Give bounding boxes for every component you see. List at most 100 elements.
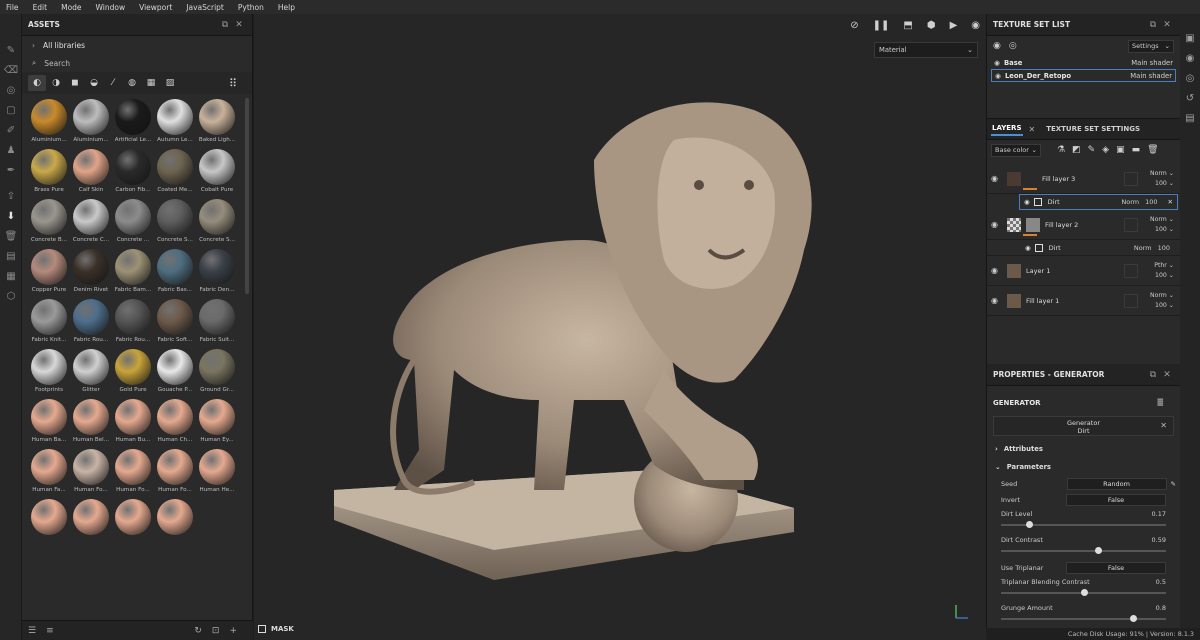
layer-row[interactable]: ◉ Fill layer 3 Norm ⌄ 100 ⌄ [987,164,1180,194]
close-icon[interactable]: ✕ [1160,370,1174,380]
clone-icon[interactable]: ♟ [0,140,22,160]
settings-dropdown[interactable]: Settings ⌄ [1128,39,1174,53]
search-row[interactable]: ⌕ Search [22,54,252,72]
library-selector[interactable]: › All libraries [22,36,252,54]
close-icon[interactable]: ✕ [1029,125,1036,134]
slider-track[interactable] [1001,618,1166,620]
menu-item-help[interactable]: Help [278,3,295,12]
refresh-icon[interactable]: ↻ [194,626,202,636]
filter-masks-icon[interactable]: ◼ [66,75,84,91]
bake-icon[interactable]: ⇪ [0,186,22,206]
cube-icon[interactable]: ⬡ [0,286,22,306]
camera-2d-icon[interactable]: ⬒ [903,20,912,31]
pencil-icon[interactable]: ✎ [1171,480,1176,488]
history-icon[interactable]: ↺ [1180,88,1200,108]
tab-layers[interactable]: LAYERS [991,122,1023,136]
material-thumbnail[interactable]: Brass Pure [28,148,70,198]
eye-icon[interactable]: ◉ [994,59,1000,67]
channel-select[interactable]: Base color ⌄ [991,143,1041,157]
material-thumbnail[interactable]: Human Fo... [70,448,112,498]
material-thumbnail[interactable]: Fabric Rou... [112,298,154,348]
texture-set-shader[interactable]: Main shader [1130,72,1172,80]
material-thumbnail[interactable]: Glitter [70,348,112,398]
search-input[interactable]: Search [44,59,70,68]
material-thumbnail[interactable]: Gouache P... [154,348,196,398]
add-fill-layer-icon[interactable]: ◈ [1102,145,1109,155]
grunge-amount-slider[interactable]: Grunge Amount 0.8 [987,602,1180,628]
effect-blend[interactable]: Norm [1121,198,1139,206]
material-thumbnail[interactable]: Fabric Rou... [70,298,112,348]
display-icon[interactable]: ▤ [0,246,22,266]
material-thumbnail[interactable]: Concrete C... [70,198,112,248]
material-thumbnail[interactable]: Fabric Bam... [112,248,154,298]
shader-settings-icon[interactable]: ◎ [1180,68,1200,88]
slider-handle[interactable] [1026,521,1034,528]
eye-icon[interactable]: ◉ [991,220,1001,229]
material-thumbnail[interactable]: Concrete ... [112,198,154,248]
material-thumbnail[interactable]: Human Bel... [70,398,112,448]
attributes-group[interactable]: › Attributes [987,440,1180,458]
smudge-icon[interactable]: ✐ [0,120,22,140]
effect-blend[interactable]: Norm [1134,244,1152,252]
log-icon[interactable]: ▤ [1180,108,1200,128]
effect-row[interactable]: ◉ Dirt Norm 100 [987,240,1180,256]
add-layer-icon[interactable]: ▣ [1116,145,1125,155]
parameters-group[interactable]: ⌄ Parameters [987,458,1180,476]
material-thumbnail[interactable]: Fabric Suit... [196,298,238,348]
triplanar-toggle[interactable]: False [1066,562,1166,574]
paint-brush-icon[interactable]: ✎ [0,40,22,60]
mask-toggle[interactable]: MASK [254,618,986,640]
material-thumbnail[interactable]: Gold Pure [112,348,154,398]
pause-icon[interactable]: ❚❚ [873,20,890,31]
layer-row[interactable]: ◉ Fill layer 2 Norm ⌄ 100 ⌄ [987,210,1180,240]
texture-set-row[interactable]: ◉ Leon_Der_Retopo Main shader [991,69,1176,82]
menu-item-viewport[interactable]: Viewport [139,3,172,12]
filter-smart-materials-icon[interactable]: ◑ [47,75,65,91]
layer-blend[interactable]: Norm ⌄ 100 ⌄ [1144,291,1174,311]
filter-textures-icon[interactable]: ▦ [142,75,160,91]
add-paint-layer-icon[interactable]: ✎ [1088,145,1096,155]
close-icon[interactable]: ✕ [1168,198,1173,206]
eraser-icon[interactable]: ⌫ [0,60,22,80]
eye-icon[interactable]: ◉ [1024,198,1030,206]
display-settings-icon[interactable]: ◉ [1180,48,1200,68]
layer-row[interactable]: ◉ Fill layer 1 Norm ⌄ 100 ⌄ [987,286,1180,316]
grid-view-icon[interactable]: ⠿ [224,75,242,91]
material-thumbnail[interactable]: Concrete S... [154,198,196,248]
filter-environments-icon[interactable]: ▨ [161,75,179,91]
material-thumbnail[interactable]: Coated Me... [154,148,196,198]
material-thumbnail[interactable]: Human Ba... [28,398,70,448]
material-thumbnail[interactable] [112,498,154,548]
material-thumbnail[interactable]: Fabric Knit... [28,298,70,348]
no-image-icon[interactable]: ⊘ [850,20,858,31]
trash-icon[interactable]: 🗑 [0,226,22,246]
effect-row[interactable]: ◉ Dirt Norm 100 ✕ [1019,194,1178,210]
invert-toggle[interactable]: False [1066,494,1166,506]
assets-scrollbar[interactable] [245,98,249,294]
projection-icon[interactable]: ◎ [0,80,22,100]
material-thumbnail[interactable]: Cobalt Pure [196,148,238,198]
preset-icon[interactable]: ≣ [1156,398,1164,408]
material-thumbnail[interactable] [154,498,196,548]
dirt-contrast-slider[interactable]: Dirt Contrast 0.59 [987,534,1180,560]
layer-row[interactable]: ◉ Layer 1 Pthr ⌄ 100 ⌄ [987,256,1180,286]
viewport[interactable]: ⊘ ❚❚ ⬒ ⬢ ▶ ◉ Material ⌄ MASK [254,14,986,640]
seed-button[interactable]: Random [1066,478,1167,490]
material-thumbnail[interactable]: Human Ch... [154,398,196,448]
delete-layer-icon[interactable]: 🗑 [1147,145,1158,155]
menu-item-javascript[interactable]: JavaScript [186,3,224,12]
dirt-contrast-value[interactable]: 0.59 [1152,536,1166,544]
material-thumbnail[interactable]: Aluminium... [70,98,112,148]
visibility-all-icon[interactable]: ◉ [993,41,1001,51]
close-icon[interactable]: ✕ [1160,20,1174,30]
assets-icon[interactable]: ⬇ [0,206,22,226]
dirt-level-slider[interactable]: Dirt Level 0.17 [987,508,1180,534]
polygon-fill-icon[interactable]: ▢ [0,100,22,120]
screenshot-icon[interactable]: ◉ [971,20,980,31]
triplanar-blend-slider[interactable]: Triplanar Blending Contrast 0.5 [987,576,1180,602]
grunge-amount-value[interactable]: 0.8 [1156,604,1166,612]
cube-view-icon[interactable]: ⬢ [927,20,936,31]
material-thumbnail[interactable]: Human Fa... [28,448,70,498]
filter-generators-icon[interactable]: ◒ [85,75,103,91]
viewport-mode-select[interactable]: Material ⌄ [874,42,978,58]
